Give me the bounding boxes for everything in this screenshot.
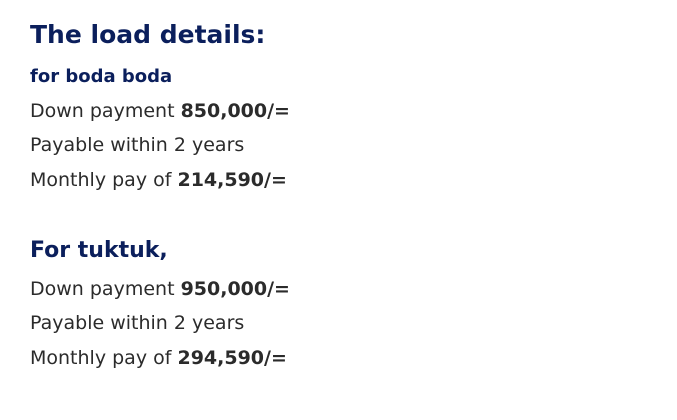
tuktuk-payable-period: Payable within 2 years [30, 312, 245, 334]
section-heading-tuktuk: For tuktuk, [30, 238, 168, 263]
monthly-pay-label: Monthly pay of [30, 169, 172, 191]
page-title: The load details: [30, 20, 266, 49]
tuktuk-down-payment: Down payment 950,000/= [30, 277, 290, 301]
down-payment-value: 950,000/= [180, 278, 290, 300]
down-payment-label: Down payment [30, 278, 175, 300]
monthly-pay-value: 294,590/= [177, 347, 287, 369]
down-payment-value: 850,000/= [180, 100, 290, 122]
down-payment-label: Down payment [30, 100, 175, 122]
boda-boda-down-payment: Down payment 850,000/= [30, 99, 290, 123]
monthly-pay-value: 214,590/= [177, 169, 287, 191]
monthly-pay-label: Monthly pay of [30, 347, 172, 369]
section-heading-boda-boda: for boda boda [30, 66, 173, 87]
boda-boda-monthly-pay: Monthly pay of 214,590/= [30, 168, 287, 192]
boda-boda-payable-period: Payable within 2 years [30, 134, 245, 156]
tuktuk-monthly-pay: Monthly pay of 294,590/= [30, 346, 287, 370]
